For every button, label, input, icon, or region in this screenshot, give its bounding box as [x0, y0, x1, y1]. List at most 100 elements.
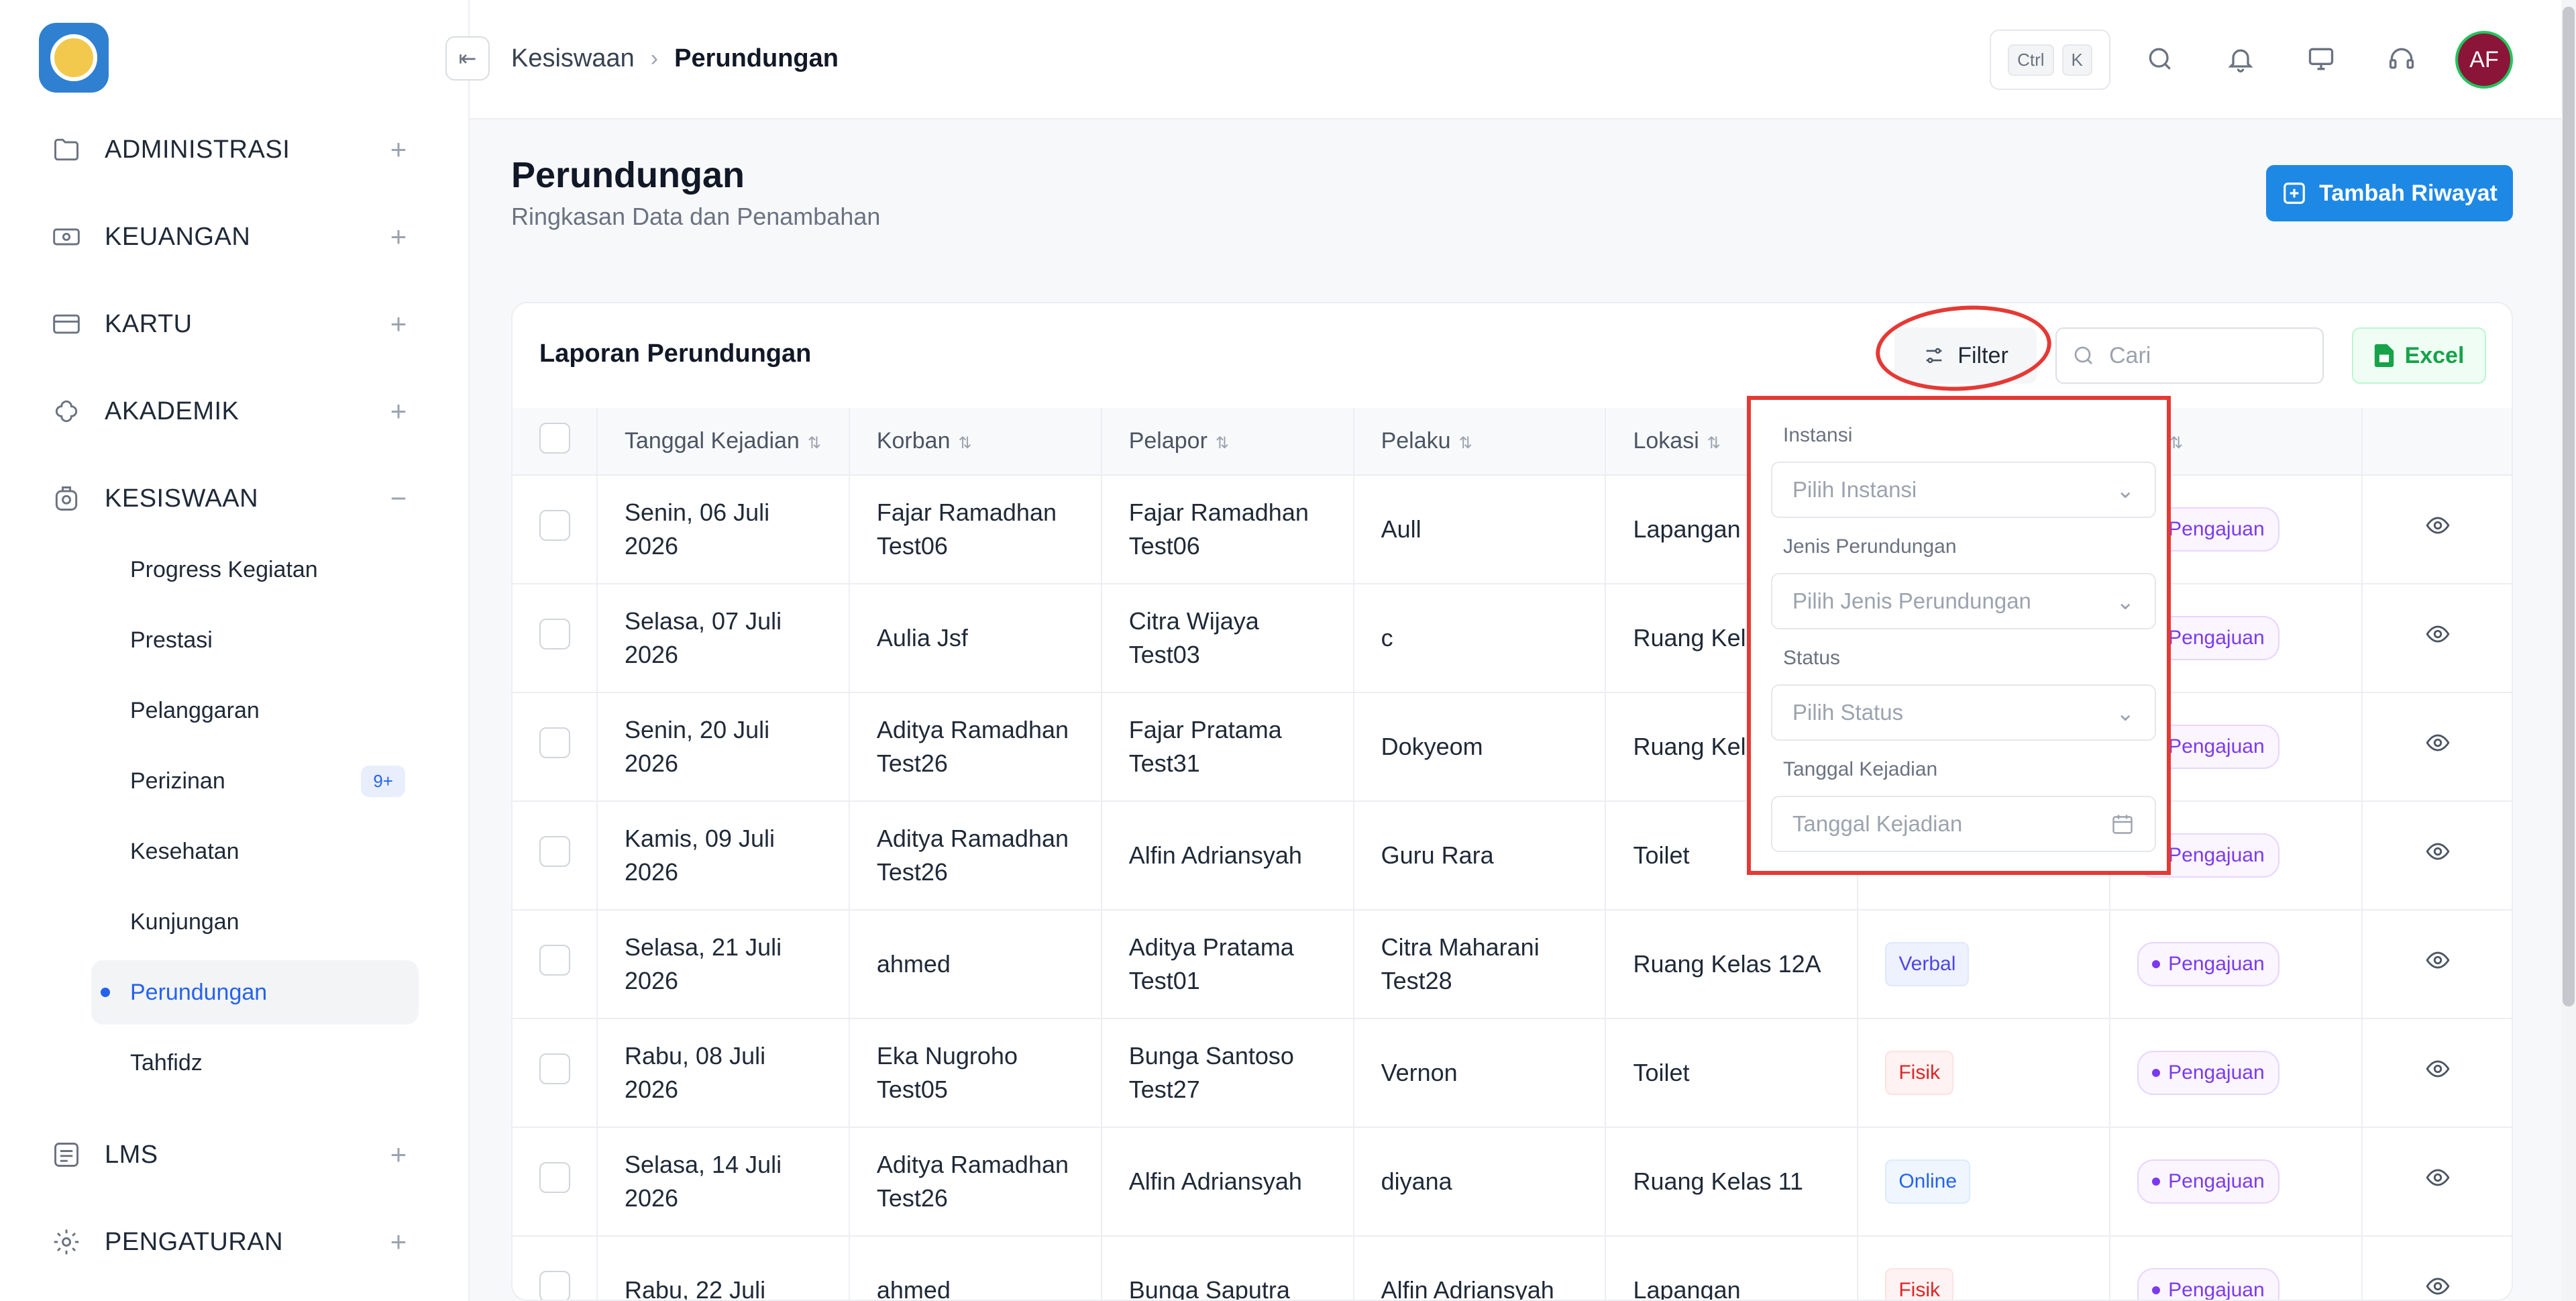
status-badge: Pengajuan: [2137, 1159, 2279, 1204]
eye-icon[interactable]: [2425, 733, 2451, 761]
sort-icon[interactable]: ⇅: [958, 434, 971, 452]
select-all-checkbox[interactable]: [539, 423, 570, 454]
sidebar-item-akademik[interactable]: AKADEMIK +: [50, 388, 412, 435]
expand-icon[interactable]: +: [385, 134, 412, 166]
collapse-icon[interactable]: −: [385, 482, 412, 515]
sort-icon[interactable]: ⇅: [2169, 434, 2183, 452]
pelaku-text: Guru Rara: [1381, 841, 1494, 869]
user-avatar[interactable]: AF: [2455, 31, 2513, 89]
money-icon: [50, 220, 83, 254]
row-checkbox[interactable]: [539, 618, 570, 649]
instansi-select[interactable]: Pilih Instansi ⌄: [1771, 462, 2156, 518]
eye-icon[interactable]: [2425, 516, 2451, 543]
eye-icon[interactable]: [2425, 951, 2451, 978]
sidebar-subitem-kesehatan[interactable]: Kesehatan: [91, 819, 419, 884]
card-icon: [50, 307, 83, 341]
gear-icon: [50, 1225, 83, 1259]
column-header-pelaku[interactable]: Pelaku ⇅: [1353, 408, 1607, 476]
sidebar-item-administrasi[interactable]: ADMINISTRASI +: [50, 126, 412, 173]
expand-icon[interactable]: +: [385, 221, 412, 253]
table-row[interactable]: Senin, 06 Juli 2026 Fajar Ramadhan Test06 Fa…: [513, 475, 2512, 584]
jenis-select[interactable]: Pilih Jenis Perundungan ⌄: [1771, 573, 2156, 629]
row-checkbox[interactable]: [539, 1053, 570, 1084]
pelapor-text: Citra Wijaya: [1128, 607, 1259, 635]
korban-text: Aditya Ramadhan: [876, 1151, 1069, 1178]
cell-pelaku: diyana: [1353, 1127, 1607, 1237]
add-history-button[interactable]: Tambah Riwayat: [2266, 165, 2513, 221]
row-checkbox[interactable]: [539, 1161, 570, 1193]
expand-icon[interactable]: +: [385, 395, 412, 427]
excel-export-button[interactable]: Excel: [2352, 327, 2486, 384]
column-header-pelapor[interactable]: Pelapor ⇅: [1101, 408, 1354, 476]
breadcrumb-parent[interactable]: Kesiswaan: [511, 44, 635, 73]
table-row[interactable]: Selasa, 21 Juli 2026 ahmed Aditya Pratama Te…: [513, 910, 2512, 1019]
korban-text: Test05: [876, 1076, 948, 1103]
column-header-tanggal[interactable]: Tanggal Kejadian ⇅: [596, 408, 850, 476]
scrollbar-thumb[interactable]: [2563, 7, 2575, 1006]
pelaku-text: Test28: [1381, 967, 1452, 994]
sidebar-item-lms[interactable]: LMS +: [50, 1131, 412, 1178]
sidebar-subitem-perizinan[interactable]: Perizinan 9+: [91, 749, 419, 813]
sidebar-item-pengaturan[interactable]: PENGATURAN +: [50, 1218, 412, 1265]
expand-icon[interactable]: +: [385, 1139, 412, 1171]
logo-emblem: [50, 34, 97, 81]
row-checkbox[interactable]: [539, 1270, 570, 1300]
app-logo[interactable]: [39, 23, 109, 93]
sidebar-subitem-perundungan[interactable]: Perundungan: [91, 960, 419, 1025]
table-row[interactable]: Rabu, 08 Juli 2026 Eka Nugroho Test05 Bunga …: [513, 1019, 2512, 1128]
cell-pelapor: Bunga Santoso Test27: [1101, 1019, 1354, 1128]
expand-icon[interactable]: +: [385, 1226, 412, 1258]
search-icon[interactable]: [2141, 40, 2179, 78]
spreadsheet-icon: [2374, 344, 2394, 367]
list-icon: [50, 1138, 83, 1172]
row-checkbox[interactable]: [539, 727, 570, 758]
eye-icon[interactable]: [2425, 1277, 2451, 1300]
eye-icon[interactable]: [2425, 625, 2451, 652]
bell-icon[interactable]: [2222, 40, 2259, 78]
korban-text: ahmed: [876, 1276, 951, 1301]
status-label: Status: [1783, 647, 1841, 669]
korban-text: Test26: [876, 749, 948, 777]
table-row[interactable]: Rabu, 22 Juli ahmed Bunga Saputra Alfin Adr…: [513, 1236, 2512, 1301]
command-palette-shortcut[interactable]: Ctrl K: [1990, 30, 2110, 90]
chevron-down-icon: ⌄: [2116, 477, 2135, 503]
row-checkbox[interactable]: [539, 944, 570, 976]
search-input[interactable]: Cari: [2055, 327, 2324, 384]
cell-pelaku: c: [1353, 584, 1607, 693]
sidebar-subitem-pelanggaran[interactable]: Pelanggaran: [91, 678, 419, 743]
row-checkbox[interactable]: [539, 835, 570, 867]
sidebar-item-kartu[interactable]: KARTU +: [50, 301, 412, 348]
sort-icon[interactable]: ⇅: [1707, 434, 1721, 452]
table-row[interactable]: Senin, 20 Juli 2026 Aditya Ramadhan Test26 F…: [513, 692, 2512, 802]
pelapor-text: Test31: [1128, 749, 1200, 777]
eye-icon[interactable]: [2425, 1059, 2451, 1087]
korban-text: Aditya Ramadhan: [876, 825, 1069, 852]
expand-icon[interactable]: +: [385, 308, 412, 340]
support-headset-icon[interactable]: [2383, 40, 2420, 78]
table-row[interactable]: Selasa, 14 Juli 2026 Aditya Ramadhan Test26…: [513, 1127, 2512, 1237]
sidebar-item-kesiswaan[interactable]: KESISWAAN −: [50, 475, 412, 522]
sidebar-subitem-progress-kegiatan[interactable]: Progress Kegiatan: [91, 537, 419, 602]
monitor-icon[interactable]: [2302, 40, 2340, 78]
sidebar-subitem-tahfidz[interactable]: Tahfidz: [91, 1031, 419, 1095]
eye-icon[interactable]: [2425, 1168, 2451, 1196]
sort-icon[interactable]: ⇅: [1459, 434, 1472, 452]
sidebar-collapse-button[interactable]: ⇤: [445, 36, 490, 81]
row-checkbox[interactable]: [539, 509, 570, 541]
sidebar-item-keuangan[interactable]: KEUANGAN +: [50, 213, 412, 260]
table-row[interactable]: Selasa, 07 Juli 2026 Aulia Jsf Citra Wijaya…: [513, 584, 2512, 693]
cell-lokasi: Ruang Kelas 11: [1605, 1127, 1859, 1237]
sidebar-subitem-kunjungan[interactable]: Kunjungan: [91, 890, 419, 954]
cell-korban: Eka Nugroho Test05: [849, 1019, 1102, 1128]
sidebar-subitem-prestasi[interactable]: Prestasi: [91, 608, 419, 672]
status-dot: [2152, 1069, 2161, 1077]
tanggal-date-input[interactable]: Tanggal Kejadian: [1771, 796, 2156, 852]
cell-actions: [2362, 801, 2512, 910]
column-header-korban[interactable]: Korban ⇅: [849, 408, 1102, 476]
status-badge: Pengajuan: [2137, 1051, 2279, 1095]
status-select[interactable]: Pilih Status ⌄: [1771, 684, 2156, 741]
table-row[interactable]: Kamis, 09 Juli 2026 Aditya Ramadhan Test26 A…: [513, 801, 2512, 910]
sort-icon[interactable]: ⇅: [808, 434, 821, 452]
eye-icon[interactable]: [2425, 842, 2451, 870]
sort-icon[interactable]: ⇅: [1216, 434, 1229, 452]
